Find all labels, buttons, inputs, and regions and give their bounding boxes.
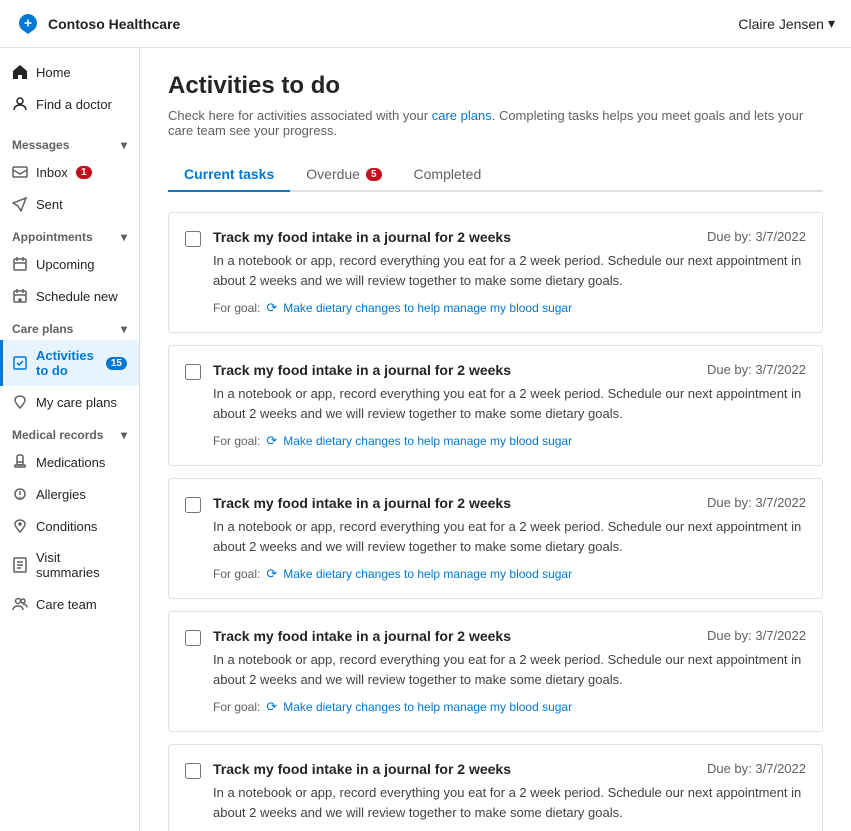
sidebar-item-sent[interactable]: Sent [0,188,139,220]
table-row: Track my food intake in a journal for 2 … [168,744,823,831]
task-desc-2: In a notebook or app, record everything … [213,384,806,423]
task-goal-4: For goal: ⟳ Make dietary changes to help… [213,699,806,715]
task-desc-5: In a notebook or app, record everything … [213,783,806,822]
upcoming-icon [12,256,28,272]
task-title-5: Track my food intake in a journal for 2 … [213,761,511,777]
task-checkbox-1[interactable] [185,231,201,247]
tab-current-tasks[interactable]: Current tasks [168,158,290,192]
conditions-icon [12,518,28,534]
task-body-1: Track my food intake in a journal for 2 … [213,229,806,316]
task-body-2: Track my food intake in a journal for 2 … [213,362,806,449]
task-title-2: Track my food intake in a journal for 2 … [213,362,511,378]
home-icon [12,64,28,80]
sidebar-item-care-team[interactable]: Care team [0,588,139,620]
sidebar-item-find-doctor[interactable]: Find a doctor [0,88,139,120]
care-plans-chevron[interactable]: ▾ [121,322,127,336]
task-checkbox-2[interactable] [185,364,201,380]
overdue-badge: 5 [366,168,382,181]
table-row: Track my food intake in a journal for 2 … [168,611,823,732]
tab-completed[interactable]: Completed [398,158,498,192]
task-due-5: Due by: 3/7/2022 [707,761,806,776]
task-due-4: Due by: 3/7/2022 [707,628,806,643]
task-due-3: Due by: 3/7/2022 [707,495,806,510]
task-goal-1: For goal: ⟳ Make dietary changes to help… [213,300,806,316]
sidebar-item-activities[interactable]: Activities to do 15 [0,340,139,386]
messages-chevron[interactable]: ▾ [121,138,127,152]
task-desc-4: In a notebook or app, record everything … [213,650,806,689]
table-row: Track my food intake in a journal for 2 … [168,478,823,599]
sidebar-item-home[interactable]: Home [0,56,139,88]
task-desc-3: In a notebook or app, record everything … [213,517,806,556]
sidebar: Home Find a doctor Messages ▾ Inbox 1 [0,48,140,831]
task-title-3: Track my food intake in a journal for 2 … [213,495,511,511]
task-title-1: Track my food intake in a journal for 2 … [213,229,511,245]
task-title-4: Track my food intake in a journal for 2 … [213,628,511,644]
table-row: Track my food intake in a journal for 2 … [168,345,823,466]
appointments-section-header: Appointments ▾ [0,220,139,248]
goal-icon-3: ⟳ [266,566,277,582]
task-body-5: Track my food intake in a journal for 2 … [213,761,806,831]
table-row: Track my food intake in a journal for 2 … [168,212,823,333]
sidebar-item-schedule-new[interactable]: Schedule new [0,280,139,312]
task-list: Track my food intake in a journal for 2 … [168,212,823,831]
visit-summaries-icon [12,557,28,573]
main-content: Activities to do Check here for activiti… [140,48,851,831]
sent-icon [12,196,28,212]
goal-icon-1: ⟳ [266,300,277,316]
allergies-icon [12,486,28,502]
task-goal-link-3[interactable]: Make dietary changes to help manage my b… [283,567,572,581]
main-layout: Home Find a doctor Messages ▾ Inbox 1 [0,48,851,831]
schedule-icon [12,288,28,304]
sidebar-item-my-care-plans[interactable]: My care plans [0,386,139,418]
task-goal-link-1[interactable]: Make dietary changes to help manage my b… [283,301,572,315]
task-goal-3: For goal: ⟳ Make dietary changes to help… [213,566,806,582]
sidebar-item-inbox[interactable]: Inbox 1 [0,156,139,188]
activities-badge: 15 [106,357,127,370]
tab-overdue[interactable]: Overdue 5 [290,158,397,192]
app-logo [16,12,40,36]
page-subtitle: Check here for activities associated wit… [168,108,823,138]
care-plans-section-header: Care plans ▾ [0,312,139,340]
user-name: Claire Jensen [738,16,824,32]
app-brand: Contoso Healthcare [16,12,180,36]
sidebar-item-medications[interactable]: Medications [0,446,139,478]
user-menu[interactable]: Claire Jensen ▾ [738,15,835,32]
sidebar-item-visit-summaries[interactable]: Visit summaries [0,542,139,588]
task-checkbox-4[interactable] [185,630,201,646]
sidebar-item-upcoming[interactable]: Upcoming [0,248,139,280]
task-goal-2: For goal: ⟳ Make dietary changes to help… [213,433,806,449]
goal-icon-2: ⟳ [266,433,277,449]
care-plans-link[interactable]: care plans [432,108,492,123]
sidebar-item-conditions[interactable]: Conditions [0,510,139,542]
care-team-icon [12,596,28,612]
chevron-down-icon: ▾ [828,15,835,32]
activities-icon [12,355,28,371]
medical-records-section-header: Medical records ▾ [0,418,139,446]
inbox-icon [12,164,28,180]
medications-icon [12,454,28,470]
appointments-chevron[interactable]: ▾ [121,230,127,244]
sidebar-item-allergies[interactable]: Allergies [0,478,139,510]
task-checkbox-5[interactable] [185,763,201,779]
inbox-badge: 1 [76,166,92,179]
task-due-2: Due by: 3/7/2022 [707,362,806,377]
task-tabs: Current tasks Overdue 5 Completed [168,158,823,192]
top-nav: Contoso Healthcare Claire Jensen ▾ [0,0,851,48]
task-goal-link-4[interactable]: Make dietary changes to help manage my b… [283,700,572,714]
app-title: Contoso Healthcare [48,16,180,32]
task-goal-link-2[interactable]: Make dietary changes to help manage my b… [283,434,572,448]
task-body-3: Track my food intake in a journal for 2 … [213,495,806,582]
medical-records-chevron[interactable]: ▾ [121,428,127,442]
messages-section-header: Messages ▾ [0,128,139,156]
task-body-4: Track my food intake in a journal for 2 … [213,628,806,715]
goal-icon-4: ⟳ [266,699,277,715]
care-plans-icon [12,394,28,410]
task-due-1: Due by: 3/7/2022 [707,229,806,244]
doctor-icon [12,96,28,112]
page-title: Activities to do [168,72,823,100]
task-desc-1: In a notebook or app, record everything … [213,251,806,290]
task-checkbox-3[interactable] [185,497,201,513]
